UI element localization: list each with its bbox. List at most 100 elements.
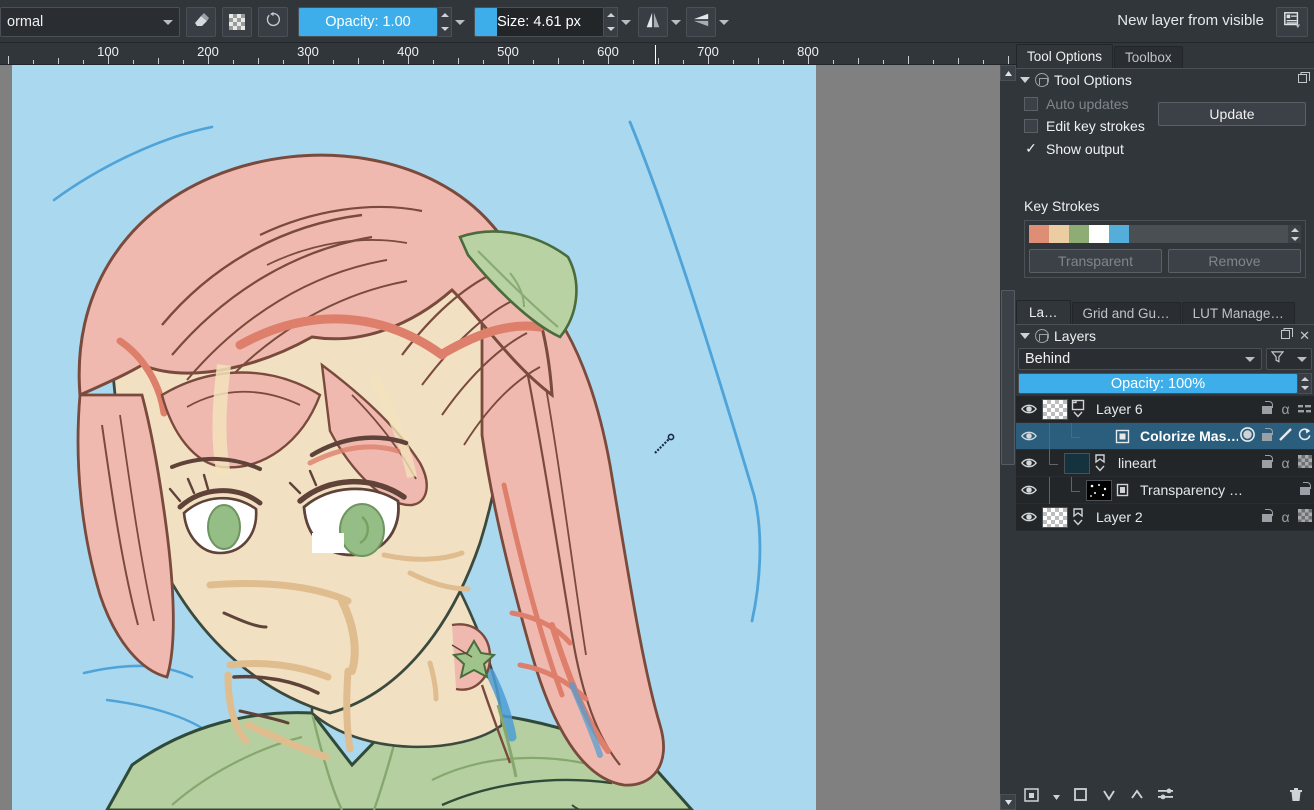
opacity-spinner[interactable] [438,7,452,37]
lock-icon[interactable] [1257,509,1276,525]
float-dock-icon[interactable] [1298,72,1310,87]
key-stroke-swatch-1[interactable] [1049,225,1069,243]
show-output-checkbox[interactable]: ✓ [1024,140,1038,157]
move-layer-up-button[interactable] [1129,787,1145,808]
blending-mode-combo[interactable]: ormal [0,7,180,37]
layer-opacity-label: Opacity: 100% [1019,376,1297,392]
layer-name[interactable]: Layer 6 [1088,401,1257,417]
lock-icon[interactable] [1257,428,1276,444]
tab-tool-options[interactable]: Tool Options [1016,44,1113,68]
collapse-triangle-icon[interactable] [1020,77,1030,83]
transparency-mask-icon[interactable] [1112,483,1132,497]
workspace-menu-icon [1283,11,1301,34]
checker-icon[interactable] [1295,455,1314,471]
layer-name[interactable]: Layer 2 [1088,509,1257,525]
mirror-horizontal-button[interactable] [638,7,668,37]
key-stroke-swatch-0[interactable] [1029,225,1049,243]
edit-keystrokes-icon[interactable] [1238,426,1257,446]
colorize-mask-icon[interactable] [1112,429,1132,444]
layer-visibility-toggle[interactable] [1016,511,1042,523]
preserve-alpha-button[interactable] [222,7,252,37]
layer-row[interactable]: Transparency … [1016,477,1314,504]
lock-icon[interactable] [1257,401,1276,417]
size-slider[interactable]: Size: 4.61 px [474,7,604,37]
mirror-vertical-dropdown[interactable] [716,7,728,37]
inherit-alpha-icon[interactable] [1295,401,1314,417]
lock-icon[interactable] [1257,455,1276,471]
update-icon[interactable] [1295,427,1314,445]
checker-icon[interactable] [1295,509,1314,525]
layer-name[interactable]: lineart [1110,455,1257,471]
alpha-icon[interactable]: α [1276,455,1295,471]
auto-updates-checkbox[interactable] [1024,97,1038,111]
layer-row[interactable]: Colorize Mas… [1016,423,1314,450]
scrollbar-thumb[interactable] [1001,290,1015,465]
collapse-triangle-icon[interactable] [1020,333,1030,339]
artboard[interactable] [12,65,816,810]
alpha-icon[interactable]: α [1276,509,1295,525]
float-dock-icon[interactable] [1281,328,1293,343]
remove-button[interactable]: Remove [1168,249,1301,273]
layer-filter-button[interactable] [1266,348,1312,370]
edit-key-strokes-checkbox[interactable] [1024,119,1038,133]
layer-properties-button[interactable] [1157,787,1175,808]
tab-layers[interactable]: La… [1016,300,1071,324]
key-strokes-swatch-strip[interactable] [1029,225,1301,243]
show-output-row[interactable]: ✓ Show output [1024,140,1314,157]
layer-visibility-toggle[interactable] [1016,430,1042,442]
canvas-vertical-scrollbar[interactable] [1000,65,1016,810]
tab-lut-manager[interactable]: LUT Manage… [1182,302,1295,324]
layer-opacity-spinner[interactable] [1298,373,1312,394]
tab-grid-and-guides[interactable]: Grid and Gu… [1072,302,1181,324]
opacity-slider[interactable]: Opacity: 1.00 [298,7,438,37]
group-layer-icon[interactable] [1068,399,1088,419]
opacity-dropdown[interactable] [452,7,464,37]
reset-rotation-button[interactable] [258,7,288,37]
layer-opacity-slider[interactable]: Opacity: 100% [1018,373,1298,394]
add-layer-button[interactable] [1024,787,1040,808]
mirror-horizontal-dropdown[interactable] [668,7,680,37]
duplicate-layer-button[interactable] [1073,787,1089,808]
tab-toolbox[interactable]: Toolbox [1114,46,1183,68]
layer-row[interactable]: Layer 6 α [1016,396,1314,423]
layer-list[interactable]: Layer 6 α Colorize Mas… lineart α Transparenc… [1016,396,1314,531]
move-layer-down-button[interactable] [1101,787,1117,808]
key-stroke-swatch-2[interactable] [1069,225,1089,243]
transparent-button[interactable]: Transparent [1029,249,1162,273]
horizontal-ruler[interactable]: 100200300400500600700800 [0,43,1016,65]
scroll-down-button[interactable] [1000,794,1016,810]
ruler-tick [383,60,384,64]
close-icon[interactable]: ✕ [1299,328,1310,344]
tool-options-title: Tool Options [1054,72,1132,88]
brush-icon[interactable] [1276,427,1295,445]
layer-visibility-toggle[interactable] [1016,403,1042,415]
layer-name[interactable]: Transparency … [1132,482,1295,498]
key-strokes-spinner[interactable] [1288,225,1301,243]
layer-name[interactable]: Colorize Mas… [1132,428,1238,444]
layer-row[interactable]: lineart α [1016,450,1314,477]
key-stroke-swatch-4[interactable] [1109,225,1129,243]
add-layer-dropdown-icon[interactable] [1052,789,1061,807]
mirror-vertical-button[interactable] [686,7,716,37]
key-stroke-swatch-3[interactable] [1089,225,1109,243]
layer-visibility-toggle[interactable] [1016,484,1042,496]
tab-lut-manager-label: LUT Manage… [1193,306,1284,321]
size-spinner[interactable] [604,7,618,37]
update-button[interactable]: Update [1158,102,1306,126]
layers-header[interactable]: Layers ✕ [1016,324,1314,346]
layer-blending-mode-combo[interactable]: Behind [1018,348,1262,370]
eraser-mode-button[interactable] [186,7,216,37]
layer-visibility-toggle[interactable] [1016,457,1042,469]
workspace-menu-button[interactable] [1276,7,1308,37]
tool-options-header[interactable]: Tool Options [1016,68,1314,90]
scroll-up-button[interactable] [1000,65,1016,81]
lock-icon[interactable] [1295,482,1314,498]
paint-layer-icon[interactable] [1090,453,1110,473]
canvas-viewport[interactable] [0,65,1000,810]
alpha-icon[interactable]: α [1276,401,1295,417]
paint-layer-icon[interactable] [1068,507,1088,527]
layer-row[interactable]: Layer 2 α [1016,504,1314,531]
tool-options-dock: Tool Options Toolbox Tool Options Auto u… [1016,44,1314,299]
size-dropdown[interactable] [618,7,630,37]
delete-layer-button[interactable] [1288,787,1304,808]
